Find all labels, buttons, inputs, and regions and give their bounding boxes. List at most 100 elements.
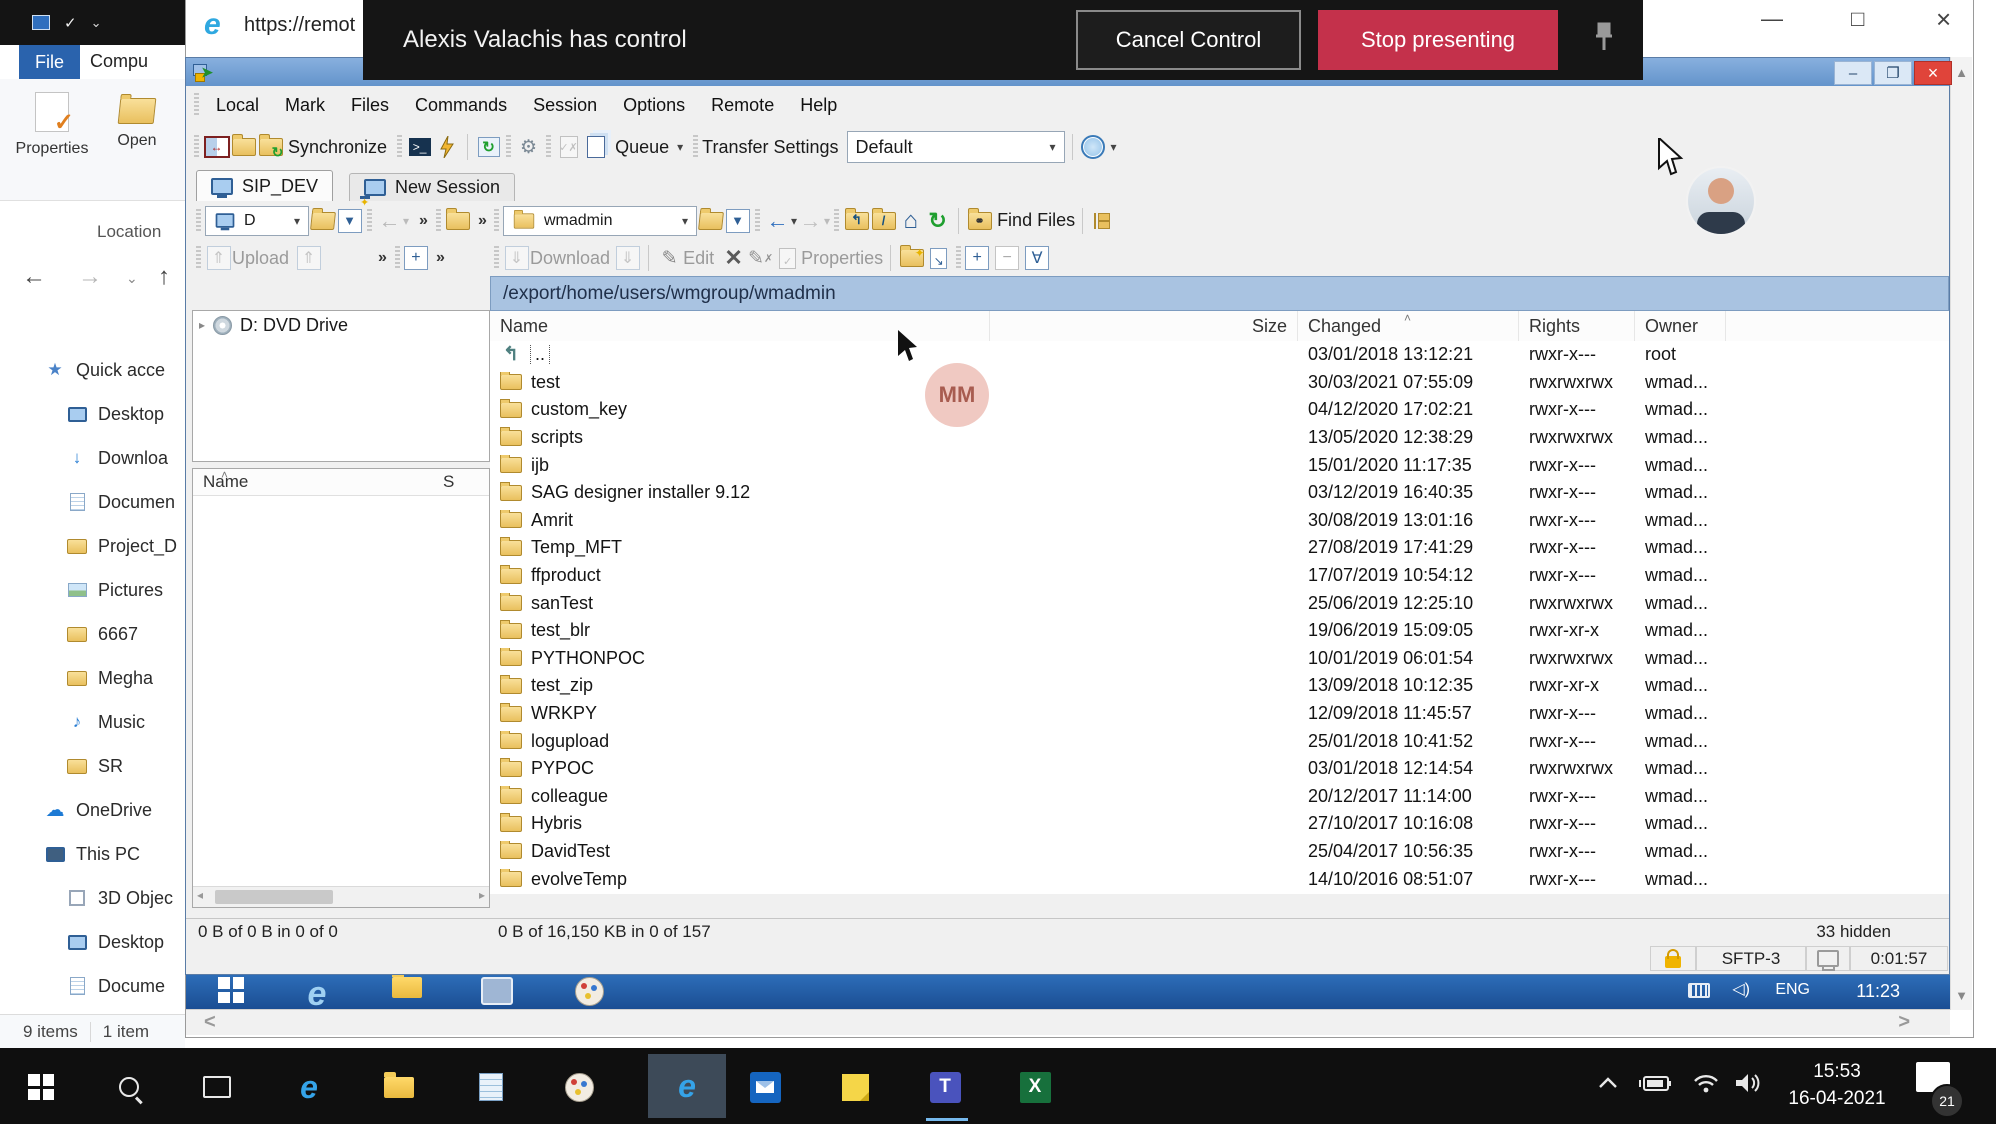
nav-back-icon[interactable]: ← bbox=[22, 263, 46, 291]
select-add-icon[interactable]: + bbox=[404, 246, 428, 270]
menu-item[interactable]: Commands bbox=[402, 95, 520, 116]
taskbar-ie-active-icon[interactable]: e bbox=[648, 1054, 726, 1118]
select-files-icon[interactable]: + bbox=[965, 246, 989, 270]
remote-language-indicator[interactable]: ENG bbox=[1775, 981, 1810, 999]
local-open-dir-icon[interactable] bbox=[309, 207, 336, 234]
remote-open-dir-icon[interactable] bbox=[697, 207, 724, 234]
table-row[interactable]: test_blr 19/06/2019 15:09:05 rwxr-xr-x w… bbox=[490, 617, 1949, 645]
taskbar-teams-icon[interactable]: T bbox=[928, 1070, 962, 1104]
properties-file-icon[interactable]: ✓ bbox=[774, 245, 801, 272]
browser-vertical-scrollbar[interactable]: ▲ ▼ bbox=[1950, 57, 1972, 1010]
start-button[interactable] bbox=[24, 1070, 58, 1104]
winscp-close-button[interactable]: × bbox=[1914, 61, 1952, 85]
chevron-down-icon[interactable]: ⌄ bbox=[91, 15, 102, 31]
task-view-icon[interactable] bbox=[200, 1070, 234, 1104]
remote-keyboard-icon[interactable] bbox=[1688, 983, 1710, 998]
table-row[interactable]: SAG designer installer 9.12 03/12/2019 1… bbox=[490, 479, 1949, 507]
taskbar-sticky-notes-icon[interactable] bbox=[838, 1070, 872, 1104]
remote-speaker-icon[interactable]: ◁) bbox=[1732, 979, 1750, 999]
root-directory-icon[interactable]: / bbox=[870, 207, 897, 234]
local-overflow-icon[interactable]: » bbox=[478, 212, 487, 230]
scrollbar-thumb[interactable] bbox=[215, 890, 333, 904]
table-row[interactable]: Amrit 30/08/2019 13:01:16 rwxr-x--- wmad… bbox=[490, 507, 1949, 535]
table-row[interactable]: sanTest 25/06/2019 12:25:10 rwxrwxrwx wm… bbox=[490, 589, 1949, 617]
local-column-name[interactable]: Name bbox=[193, 472, 443, 492]
menu-item[interactable]: Session bbox=[520, 95, 610, 116]
synchronize-icon[interactable]: ↻ bbox=[257, 134, 284, 161]
column-rights[interactable]: Rights bbox=[1519, 311, 1635, 341]
table-row[interactable]: ffproduct 17/07/2019 10:54:12 rwxr-x--- … bbox=[490, 562, 1949, 590]
remote-back-icon[interactable]: ← bbox=[764, 207, 791, 234]
rename-icon[interactable]: ✎✗ bbox=[747, 245, 774, 272]
properties-button[interactable]: Properties bbox=[14, 92, 90, 158]
table-row[interactable]: Hybris 27/10/2017 10:16:08 rwxr-x--- wma… bbox=[490, 810, 1949, 838]
tray-expand-icon[interactable] bbox=[1598, 1076, 1618, 1090]
explore-remote-icon[interactable] bbox=[1080, 134, 1107, 161]
remote-start-icon[interactable] bbox=[212, 977, 250, 1021]
home-directory-icon[interactable]: ⌂ bbox=[897, 207, 924, 234]
local-tree-root-label[interactable]: D: DVD Drive bbox=[240, 315, 348, 336]
sidebar-item[interactable]: Desktop bbox=[0, 392, 185, 436]
table-row[interactable]: PYPOC 03/01/2018 12:14:54 rwxrwxrwx wmad… bbox=[490, 755, 1949, 783]
menu-item[interactable]: Options bbox=[610, 95, 698, 116]
tree-expand-icon[interactable]: ▸ bbox=[199, 318, 205, 332]
delete-icon[interactable]: ✕ bbox=[720, 245, 747, 272]
search-icon[interactable] bbox=[112, 1070, 146, 1104]
upload-background-icon[interactable]: ⇑ bbox=[295, 245, 322, 272]
scroll-right-icon[interactable]: > bbox=[1898, 1011, 1910, 1034]
refresh-remote-icon[interactable]: ↻ bbox=[475, 134, 502, 161]
sidebar-item[interactable]: Docume bbox=[0, 964, 185, 1008]
table-row[interactable]: WRKPY 12/09/2018 11:45:57 rwxr-x--- wmad… bbox=[490, 700, 1949, 728]
commands-icon[interactable] bbox=[433, 134, 460, 161]
table-row[interactable]: DavidTest 25/04/2017 10:56:35 rwxr-x--- … bbox=[490, 838, 1949, 866]
table-row[interactable]: Temp_MFT 27/08/2019 17:41:29 rwxr-x--- w… bbox=[490, 534, 1949, 562]
sync-browsing-icon[interactable] bbox=[230, 134, 257, 161]
winscp-restore-button[interactable]: ❐ bbox=[1874, 61, 1912, 85]
sidebar-item[interactable]: Music bbox=[0, 700, 185, 744]
table-row[interactable]: custom_key 04/12/2020 17:02:21 rwxr-x---… bbox=[490, 396, 1949, 424]
scroll-up-icon[interactable]: ▲ bbox=[1951, 59, 1972, 85]
menu-item[interactable]: Remote bbox=[698, 95, 787, 116]
properties-label[interactable]: Properties bbox=[801, 248, 883, 269]
wifi-icon[interactable] bbox=[1692, 1072, 1720, 1094]
queue-icon[interactable] bbox=[582, 134, 609, 161]
sidebar-item[interactable]: Megha bbox=[0, 656, 185, 700]
explorer-file-menu[interactable]: File bbox=[19, 45, 80, 79]
remote-dir-dropdown[interactable]: wmadmin ▾ bbox=[503, 206, 697, 236]
sidebar-item[interactable]: SR bbox=[0, 744, 185, 788]
speaker-icon[interactable] bbox=[1734, 1072, 1764, 1094]
taskbar-paint-icon[interactable] bbox=[562, 1070, 596, 1104]
protocol-cell[interactable]: SFTP-3 bbox=[1696, 946, 1806, 971]
remote-ie-icon[interactable]: e bbox=[298, 977, 336, 1021]
refresh-icon[interactable]: ↻ bbox=[924, 207, 951, 234]
menu-item[interactable]: Local bbox=[203, 95, 272, 116]
taskbar-notes-icon[interactable] bbox=[474, 1070, 508, 1104]
download-label[interactable]: Download bbox=[530, 248, 610, 269]
local-folder-icon[interactable] bbox=[445, 207, 472, 234]
taskbar-outlook-icon[interactable] bbox=[748, 1070, 782, 1104]
table-row[interactable]: ijb 15/01/2020 11:17:35 rwxr-x--- wmad..… bbox=[490, 451, 1949, 479]
taskbar-edge-icon[interactable]: e bbox=[292, 1070, 326, 1104]
browser-maximize-button[interactable]: □ bbox=[1851, 6, 1864, 32]
upload-icon[interactable]: ⇑ bbox=[205, 245, 232, 272]
sidebar-item[interactable]: Downloa bbox=[0, 436, 185, 480]
table-row[interactable]: test_zip 13/09/2018 10:12:35 rwxr-xr-x w… bbox=[490, 672, 1949, 700]
unselect-files-icon[interactable]: − bbox=[995, 246, 1019, 270]
console-icon[interactable]: >_ bbox=[406, 134, 433, 161]
browser-minimize-button[interactable]: — bbox=[1761, 6, 1783, 32]
sidebar-item[interactable]: 6667 bbox=[0, 612, 185, 656]
remote-lock-window-icon[interactable] bbox=[478, 977, 516, 1021]
sidebar-item[interactable]: OneDrive bbox=[0, 788, 185, 832]
find-files-icon[interactable]: ⚭ bbox=[966, 207, 993, 234]
synchronize-label[interactable]: Synchronize bbox=[288, 137, 387, 158]
remote-paint-icon[interactable] bbox=[570, 977, 608, 1021]
table-row[interactable]: scripts 13/05/2020 12:38:29 rwxrwxrwx wm… bbox=[490, 424, 1949, 452]
sidebar-item[interactable]: Quick acce bbox=[0, 348, 185, 392]
column-owner[interactable]: Owner bbox=[1635, 311, 1726, 341]
quick-access-toolbar-icon[interactable]: ✓ bbox=[64, 14, 77, 32]
remote-explorer-icon[interactable] bbox=[388, 977, 426, 1021]
stop-presenting-button[interactable]: Stop presenting bbox=[1318, 10, 1558, 70]
invert-selection-icon[interactable]: ∀ bbox=[1025, 246, 1049, 270]
tab-session-sipdev[interactable]: SIP_DEV bbox=[196, 170, 333, 201]
scroll-down-icon[interactable]: ▼ bbox=[1951, 982, 1972, 1008]
